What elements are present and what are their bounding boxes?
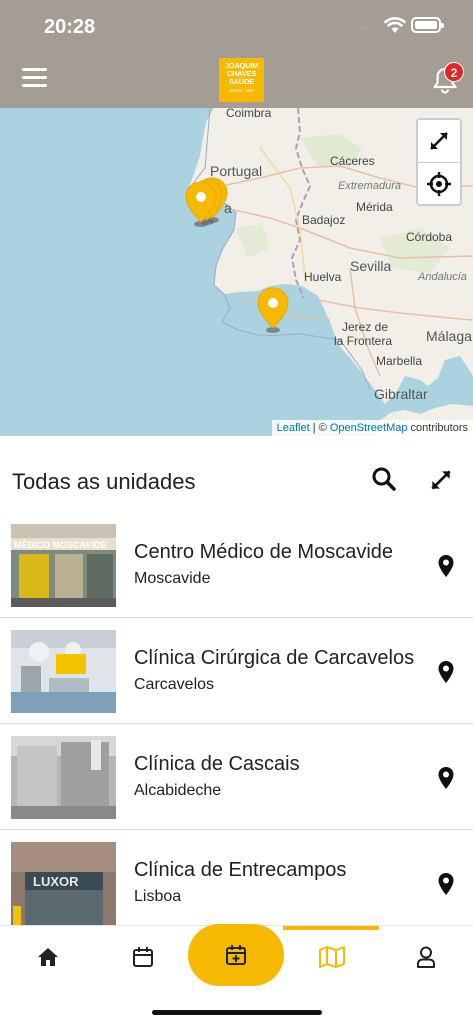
crosshair-icon: [427, 171, 451, 196]
battery-icon: [411, 17, 444, 33]
leaflet-link[interactable]: Leaflet: [277, 422, 310, 434]
map-attribution: Leaflet | © OpenStreetMap contributors: [271, 420, 473, 436]
unit-photo: LUXOR: [11, 842, 116, 925]
unit-location: Alcabideche: [134, 782, 222, 799]
page-title: Todas as unidades: [12, 469, 196, 494]
list-item[interactable]: MÉDICO MOSCAVIDE Centro Médico de Moscav…: [0, 512, 473, 618]
search-button[interactable]: [371, 466, 397, 492]
map-locate-button[interactable]: [418, 162, 460, 204]
map-icon: [318, 946, 345, 968]
unit-location: Carcavelos: [134, 676, 215, 693]
map-view[interactable]: Coimbra Portugal Cáceres Extremadura Mér…: [0, 108, 473, 436]
osm-link[interactable]: OpenStreetMap: [330, 422, 408, 434]
logo-tagline: DESDE 1959: [229, 88, 254, 93]
calendar-add-icon: [226, 945, 246, 965]
nav-active-indicator: [283, 926, 379, 930]
show-on-map-button[interactable]: [437, 766, 455, 790]
map-label-jerez: Jerez de: [342, 320, 389, 334]
map-label-gibraltar: Gibraltar: [374, 386, 428, 402]
map-pin-icon[interactable]: [255, 286, 291, 334]
unit-location: Moscavide: [134, 570, 211, 587]
expand-list-button[interactable]: [428, 467, 454, 493]
unit-name: Clínica de Entrecampos: [134, 859, 347, 881]
unit-sign-text: MÉDICO MOSCAVIDE: [14, 540, 106, 550]
map-label-malaga: Málaga: [426, 328, 472, 344]
map-label-marbella: Marbella: [376, 354, 423, 368]
map-label-extremadura: Extremadura: [338, 180, 401, 192]
unit-name: Clínica Cirúrgica de Carcavelos: [134, 647, 415, 669]
home-indicator: [152, 1010, 322, 1015]
map-label-huelva: Huelva: [304, 270, 342, 284]
map-pin-icon[interactable]: [183, 180, 219, 228]
app-header: 20:28 ···· JOAQUIM CHAVES SAÚDE DESDE 19…: [0, 0, 473, 108]
map-label-andalucia: Andalucía: [418, 271, 467, 283]
show-on-map-button[interactable]: [437, 872, 455, 896]
status-time: 20:28: [44, 16, 96, 38]
unit-photo: [11, 736, 116, 819]
attribution-separator: | ©: [309, 422, 330, 434]
brand-logo: JOAQUIM CHAVES SAÚDE DESDE 1959: [219, 58, 264, 102]
hamburger-icon: [22, 68, 47, 71]
list-item[interactable]: Clínica de Cascais Alcabideche: [0, 724, 473, 830]
logo-text: SAÚDE: [228, 77, 255, 86]
show-on-map-button[interactable]: [437, 554, 455, 578]
unit-name: Clínica de Cascais: [134, 753, 300, 775]
list-item[interactable]: LUXOR Clínica de Entrecampos Lisboa: [0, 830, 473, 936]
nav-home[interactable]: [0, 926, 95, 988]
nav-book-appointment[interactable]: [188, 924, 284, 986]
map-pin-icon: [438, 555, 454, 577]
map-label-sevilla: Sevilla: [350, 258, 392, 274]
menu-button[interactable]: [22, 68, 47, 88]
unit-photo: [11, 630, 116, 713]
map-fullscreen-button[interactable]: [418, 120, 460, 162]
map-label-badajoz: Badajoz: [302, 213, 346, 227]
home-icon: [37, 948, 58, 966]
show-on-map-button[interactable]: [437, 660, 455, 684]
list-header: Todas as unidades: [0, 436, 473, 524]
map-pin-icon: [438, 873, 454, 895]
map-pin-icon: [438, 767, 454, 789]
map-label-coimbra: Coimbra: [226, 108, 272, 120]
unit-sign-text: LUXOR: [33, 874, 79, 889]
unit-photo: MÉDICO MOSCAVIDE: [11, 524, 116, 607]
unit-name: Centro Médico de Moscavide: [134, 541, 394, 563]
map-label-cordoba: Córdoba: [406, 230, 453, 244]
nav-map[interactable]: [284, 926, 379, 988]
map-controls: [416, 118, 462, 206]
nav-appointments[interactable]: [95, 926, 190, 988]
wifi-icon: [384, 17, 406, 33]
signal-indicator: ····: [356, 22, 374, 33]
map-label-jerez: la Frontera: [334, 334, 393, 348]
units-list: MÉDICO MOSCAVIDE Centro Médico de Moscav…: [0, 512, 473, 936]
list-item[interactable]: Clínica Cirúrgica de Carcavelos Carcavel…: [0, 618, 473, 724]
nav-profile[interactable]: [378, 926, 473, 988]
map-label-merida: Mérida: [356, 200, 393, 214]
user-icon: [416, 946, 435, 968]
calendar-icon: [132, 947, 153, 967]
map-label-caceres: Cáceres: [330, 154, 375, 168]
map-pin-icon: [438, 661, 454, 683]
notification-badge: 2: [444, 62, 464, 82]
unit-location: Lisboa: [134, 888, 182, 905]
attribution-text: contributors: [407, 422, 468, 434]
expand-icon: [430, 132, 448, 150]
